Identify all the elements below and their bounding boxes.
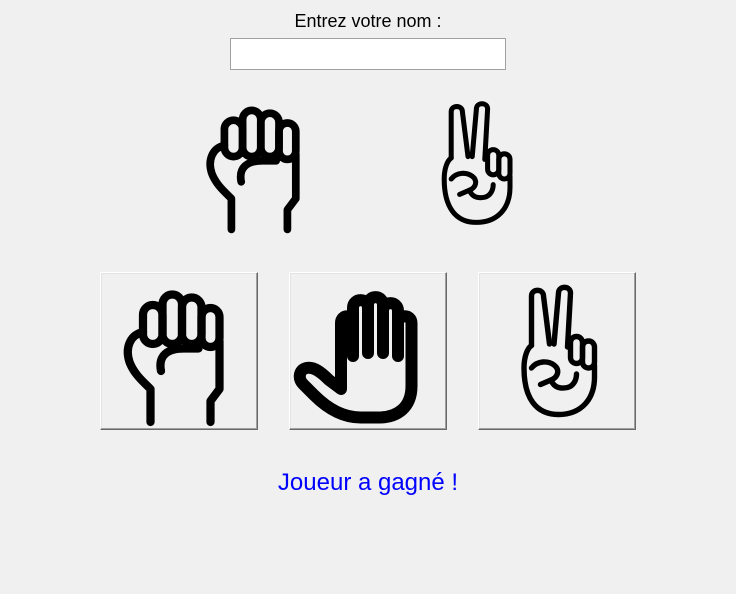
rock-hand-icon — [104, 278, 254, 428]
paper-button[interactable] — [289, 272, 447, 430]
name-prompt-label: Entrez votre nom : — [294, 11, 442, 31]
scissors-hand-icon — [482, 278, 632, 428]
scissors-button[interactable] — [478, 272, 636, 430]
paper-hand-icon — [293, 278, 443, 428]
result-message: Joueur a gagné ! — [277, 469, 459, 496]
rock-button[interactable] — [100, 272, 258, 430]
computer-hand-display-scissors-icon — [405, 90, 545, 240]
name-input[interactable] — [230, 38, 506, 70]
player-hand-display-rock-icon — [188, 90, 328, 240]
